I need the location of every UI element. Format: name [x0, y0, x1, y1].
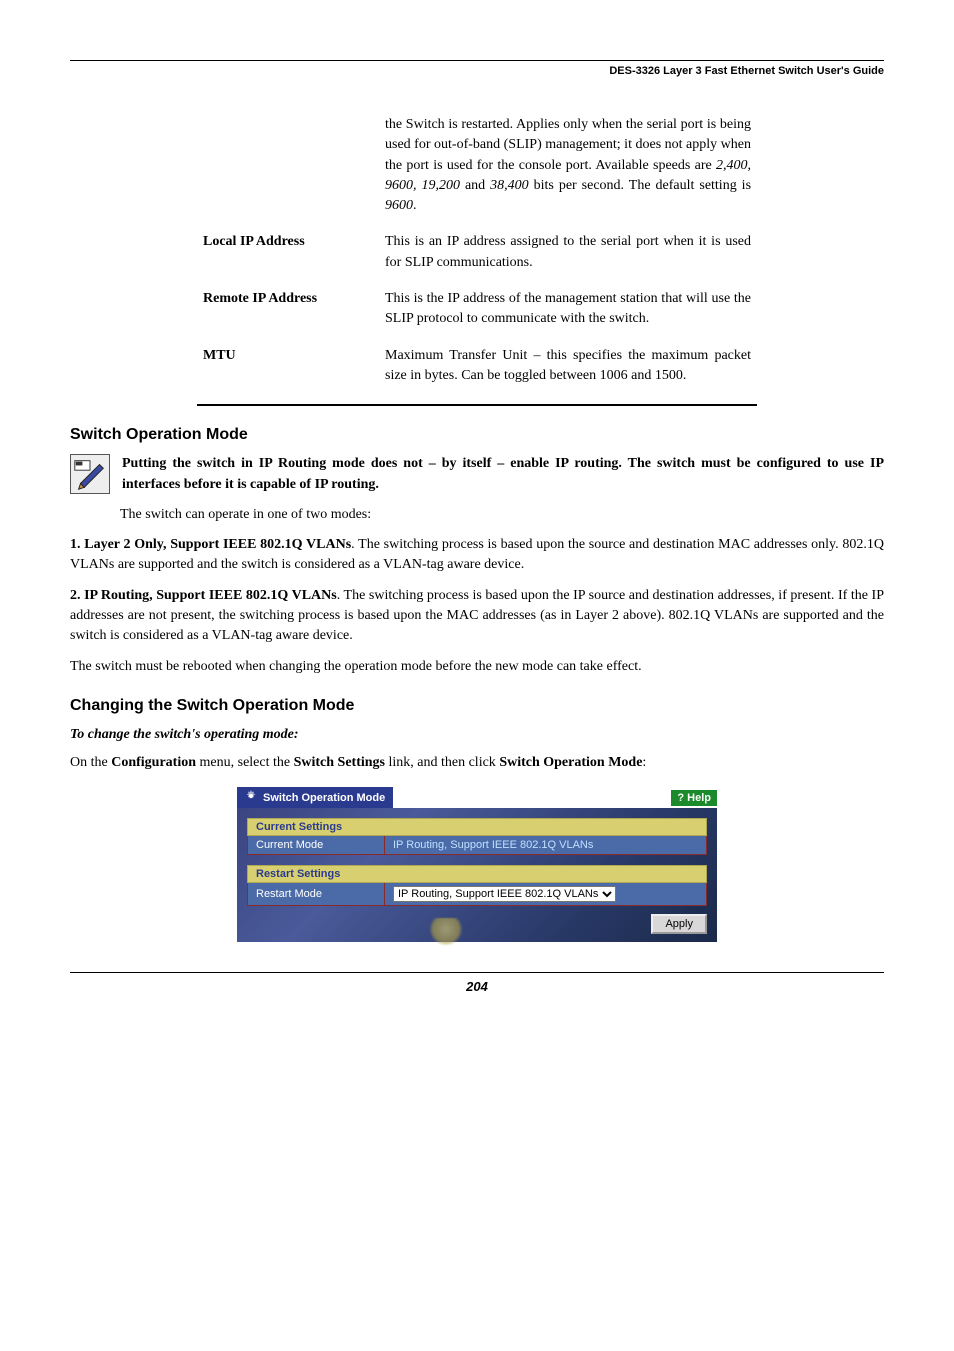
- page-header: DES-3326 Layer 3 Fast Ethernet Switch Us…: [70, 65, 884, 77]
- restart-settings-header: Restart Settings: [247, 865, 707, 883]
- gear-icon: [245, 790, 257, 805]
- baud-desc: the Switch is restarted. Applies only wh…: [379, 107, 757, 224]
- mtu-desc: Maximum Transfer Unit – this specifies t…: [379, 338, 757, 395]
- remote-ip-desc: This is the IP address of the management…: [379, 281, 757, 338]
- mtu-label: MTU: [197, 338, 379, 395]
- item2-lead: 2. IP Routing, Support IEEE 802.1Q VLANs: [70, 588, 337, 603]
- local-ip-desc: This is an IP address assigned to the se…: [379, 224, 757, 281]
- apply-button[interactable]: Apply: [651, 914, 707, 934]
- question-icon: ?: [677, 792, 684, 804]
- remote-ip-label: Remote IP Address: [197, 281, 379, 338]
- config-menu-sentence: On the Configuration menu, select the Sw…: [70, 753, 884, 773]
- restart-mode-label: Restart Mode: [248, 883, 385, 905]
- local-ip-label: Local IP Address: [197, 224, 379, 281]
- to-change-heading: To change the switch's operating mode:: [70, 727, 884, 743]
- current-mode-value: IP Routing, Support IEEE 802.1Q VLANs: [385, 836, 706, 854]
- item1-lead: 1. Layer 2 Only, Support IEEE 802.1Q VLA…: [70, 537, 351, 552]
- restart-mode-select[interactable]: IP Routing, Support IEEE 802.1Q VLANs: [393, 886, 616, 902]
- table-end-rule: [197, 404, 757, 406]
- pencil-note-icon: [70, 454, 110, 494]
- current-mode-label: Current Mode: [248, 836, 385, 854]
- panel-title: Switch Operation Mode: [237, 787, 393, 808]
- reboot-note: The switch must be rebooted when changin…: [70, 657, 884, 677]
- section-changing-mode: Changing the Switch Operation Mode: [70, 697, 884, 715]
- parameter-table: the Switch is restarted. Applies only wh…: [197, 107, 757, 394]
- operate-modes-intro: The switch can operate in one of two mod…: [120, 505, 884, 525]
- note-text: Putting the switch in IP Routing mode do…: [122, 454, 884, 495]
- note-block: Putting the switch in IP Routing mode do…: [70, 454, 884, 495]
- section-switch-op-mode: Switch Operation Mode: [70, 426, 884, 444]
- list-item: 2. IP Routing, Support IEEE 802.1Q VLANs…: [70, 586, 884, 647]
- current-settings-header: Current Settings: [247, 818, 707, 836]
- list-item: 1. Layer 2 Only, Support IEEE 802.1Q VLA…: [70, 535, 884, 576]
- switch-op-mode-screenshot: Switch Operation Mode ? Help Current Set…: [237, 787, 717, 942]
- help-button[interactable]: ? Help: [671, 790, 717, 806]
- page-number: 204: [70, 979, 884, 994]
